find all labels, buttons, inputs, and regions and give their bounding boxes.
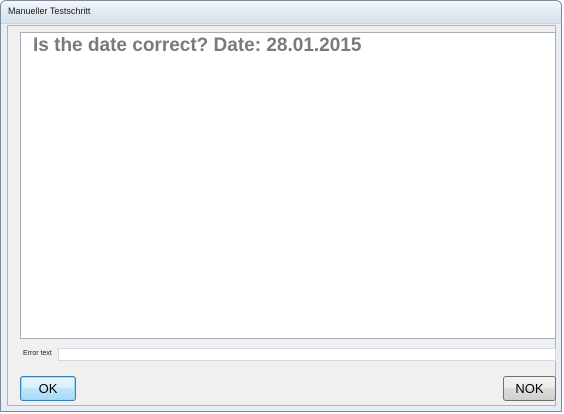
message-panel: Is the date correct? Date: 28.01.2015	[20, 32, 556, 339]
ok-button[interactable]: OK	[20, 376, 76, 401]
message-text: Is the date correct? Date: 28.01.2015	[33, 35, 362, 56]
dialog-window: Manueller Testschritt Is the date correc…	[0, 0, 562, 412]
window-title: Manueller Testschritt	[8, 6, 91, 16]
error-text-label: Error text	[23, 350, 52, 357]
title-bar[interactable]: Manueller Testschritt	[1, 1, 561, 24]
nok-button[interactable]: NOK	[503, 376, 556, 401]
resize-grip-icon[interactable]: ⋰	[553, 403, 559, 409]
error-text-field[interactable]	[58, 348, 556, 361]
dialog-body: Is the date correct? Date: 28.01.2015 Er…	[7, 25, 556, 406]
